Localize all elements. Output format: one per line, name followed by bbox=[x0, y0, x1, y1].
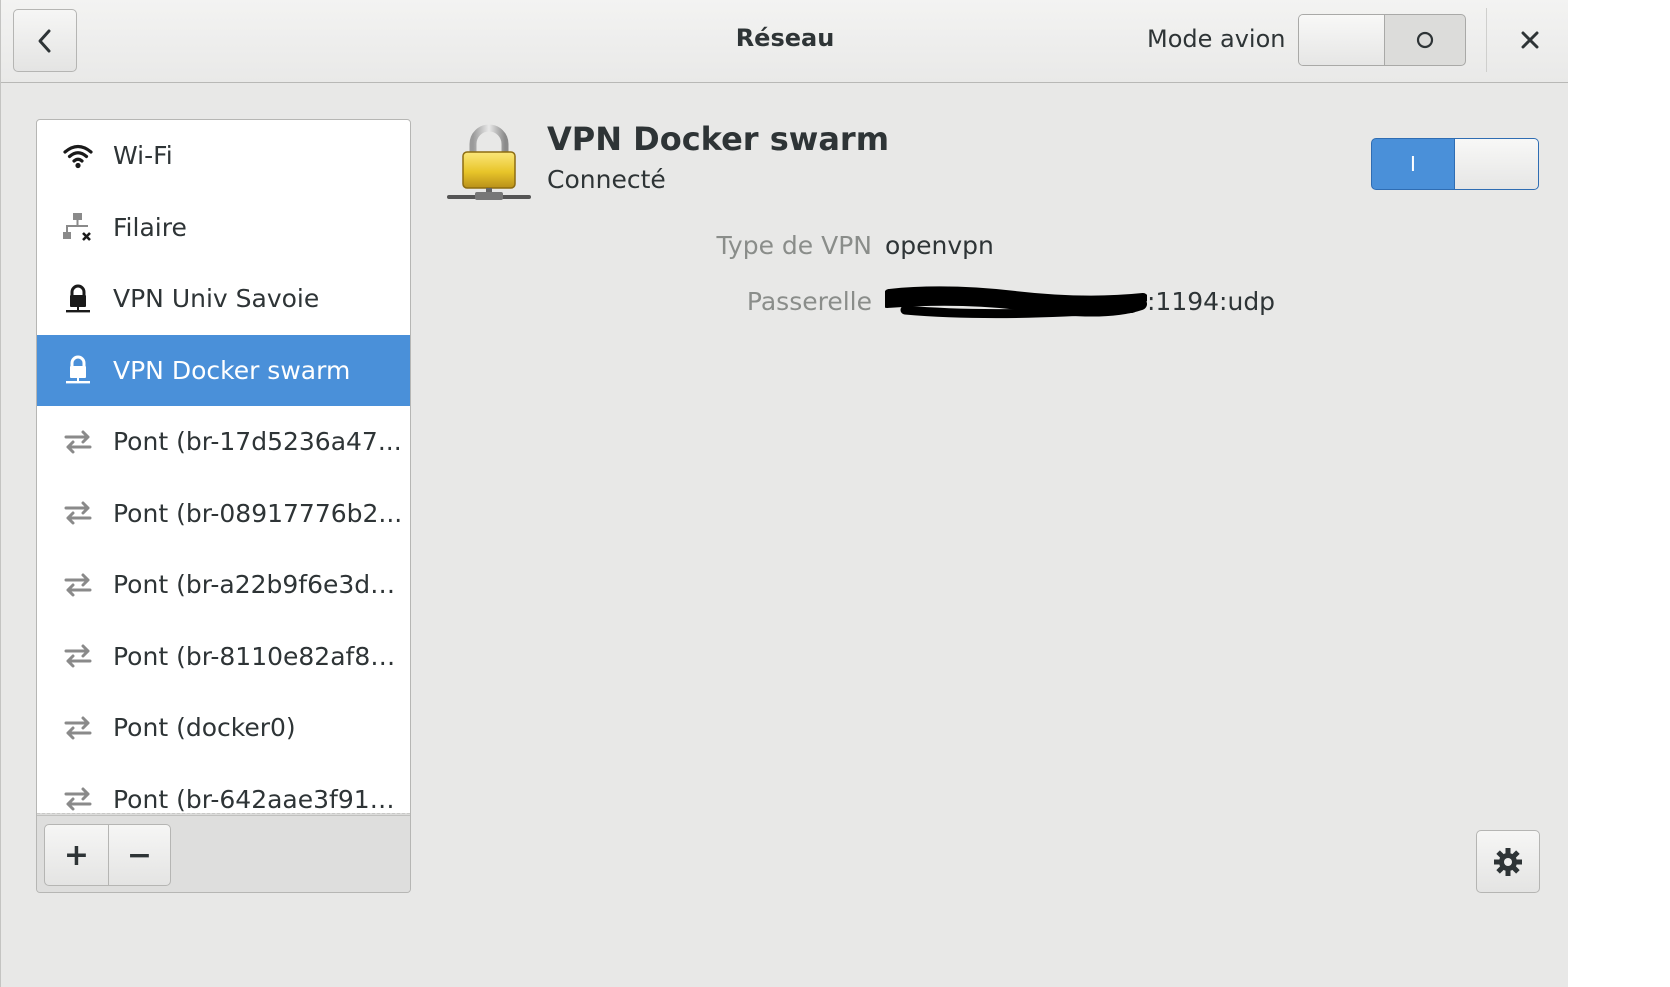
sidebar-item-bridge[interactable]: Pont (br-17d5236a47... bbox=[37, 406, 410, 478]
sidebar-item-vpn-docker-swarm[interactable]: VPN Docker swarm bbox=[37, 334, 410, 406]
wired-disconnected-icon bbox=[61, 210, 95, 244]
switch-on-indicator: I bbox=[1410, 152, 1416, 176]
bridge-icon bbox=[61, 496, 95, 530]
sidebar-item-wifi[interactable]: Wi-Fi bbox=[37, 120, 410, 192]
vpn-lock-icon bbox=[61, 353, 95, 387]
sidebar-item-label: VPN Docker swarm bbox=[113, 355, 351, 385]
connection-status: Connecté bbox=[547, 165, 666, 194]
bridge-icon bbox=[61, 425, 95, 459]
sidebar-item-label: VPN Univ Savoie bbox=[113, 284, 320, 314]
plus-icon: + bbox=[63, 837, 90, 873]
switch-slider[interactable] bbox=[1299, 15, 1385, 65]
sidebar-item-bridge[interactable]: Pont (br-08917776b2... bbox=[37, 478, 410, 550]
close-button[interactable] bbox=[1510, 20, 1550, 60]
connection-settings-button[interactable] bbox=[1476, 830, 1540, 893]
sidebar-item-bridge[interactable]: Pont (br-642aae3f91f6) bbox=[37, 764, 410, 813]
redaction-scribble bbox=[885, 286, 1147, 319]
sidebar-item-wired[interactable]: Filaire bbox=[37, 192, 410, 264]
sidebar-item-label: Filaire bbox=[113, 212, 187, 242]
vpn-type-label: Type de VPN bbox=[716, 231, 872, 260]
network-settings-window: Réseau Mode avion Wi-Fi Filaire VPN Univ… bbox=[0, 0, 1670, 987]
sidebar-item-vpn-univ-savoie[interactable]: VPN Univ Savoie bbox=[37, 263, 410, 335]
switch-slider[interactable] bbox=[1454, 139, 1538, 189]
airplane-mode-switch[interactable] bbox=[1298, 14, 1466, 66]
sidebar-item-label: Pont (br-642aae3f91f6) bbox=[113, 784, 403, 813]
sidebar-item-label: Pont (br-17d5236a47... bbox=[113, 427, 402, 457]
off-circle-icon bbox=[1416, 31, 1434, 49]
airplane-mode-label: Mode avion bbox=[1147, 25, 1286, 53]
bridge-icon bbox=[61, 639, 95, 673]
switch-off-indicator bbox=[1385, 15, 1465, 65]
bridge-icon bbox=[61, 782, 95, 813]
close-icon bbox=[1521, 31, 1539, 49]
add-connection-button[interactable]: + bbox=[44, 824, 109, 886]
bridge-icon bbox=[61, 568, 95, 602]
sidebar-toolbar: + − bbox=[37, 815, 410, 892]
header-separator bbox=[1486, 8, 1487, 72]
gateway-label: Passerelle bbox=[746, 287, 872, 316]
remove-connection-button[interactable]: − bbox=[108, 824, 171, 886]
wifi-icon bbox=[61, 139, 95, 173]
sidebar-item-bridge[interactable]: Pont (br-8110e82af889) bbox=[37, 621, 410, 693]
vpn-connection-switch[interactable]: I bbox=[1371, 138, 1539, 190]
sidebar-item-label: Pont (docker0) bbox=[113, 713, 296, 743]
sidebar-item-label: Pont (br-08917776b2... bbox=[113, 498, 403, 528]
header-bar: Réseau Mode avion bbox=[1, 0, 1569, 83]
gateway-value: :1194:udp bbox=[1147, 287, 1276, 316]
device-sidebar: Wi-Fi Filaire VPN Univ Savoie VPN Docker… bbox=[36, 119, 411, 893]
vpn-padlock-icon bbox=[445, 122, 533, 204]
connection-name: VPN Docker swarm bbox=[547, 120, 890, 158]
gear-icon bbox=[1494, 847, 1522, 876]
sidebar-item-label: Wi-Fi bbox=[113, 141, 173, 171]
minus-icon: − bbox=[126, 837, 153, 873]
device-list[interactable]: Wi-Fi Filaire VPN Univ Savoie VPN Docker… bbox=[37, 120, 410, 813]
vpn-type-value: openvpn bbox=[885, 231, 994, 260]
sidebar-item-label: Pont (br-a22b9f6e3df1) bbox=[113, 570, 403, 600]
sidebar-item-label: Pont (br-8110e82af889) bbox=[113, 641, 403, 671]
bridge-icon bbox=[61, 711, 95, 745]
outside-window-area bbox=[1568, 0, 1670, 987]
sidebar-item-bridge[interactable]: Pont (docker0) bbox=[37, 692, 410, 764]
sidebar-item-bridge[interactable]: Pont (br-a22b9f6e3df1) bbox=[37, 549, 410, 621]
vpn-lock-icon bbox=[61, 282, 95, 316]
